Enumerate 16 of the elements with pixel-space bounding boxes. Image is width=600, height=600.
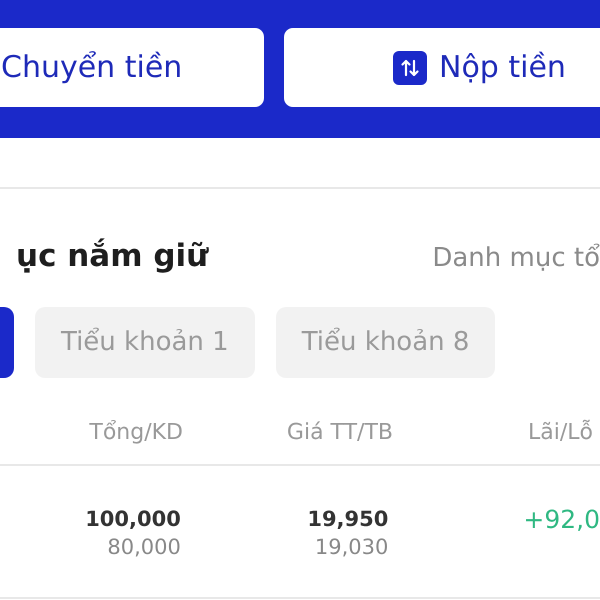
up-down-arrows-icon (393, 50, 427, 84)
total-quantity: 100,000 (84, 506, 181, 534)
profit-loss-value: +92,0 (523, 505, 600, 536)
account-tab[interactable] (0, 307, 14, 378)
column-header: Giá TT/TB (286, 418, 393, 447)
market-price: 19,950 (306, 506, 388, 534)
overview-link[interactable]: Danh mục tổ (432, 244, 600, 273)
section-title: ục nắm giữ (15, 239, 208, 274)
column-header: Tổng/KD (88, 418, 183, 447)
available-quantity: 80,000 (106, 534, 181, 562)
average-price: 19,030 (314, 534, 388, 562)
account-tab[interactable]: Tiểu khoản 1 (35, 307, 255, 378)
transfer-button[interactable]: Chuyển tiền (0, 28, 264, 107)
deposit-button[interactable]: Nộp tiền (284, 28, 600, 107)
account-tab[interactable]: Tiểu khoản 8 (276, 307, 496, 378)
column-header: Lãi/Lỗ (528, 418, 593, 447)
